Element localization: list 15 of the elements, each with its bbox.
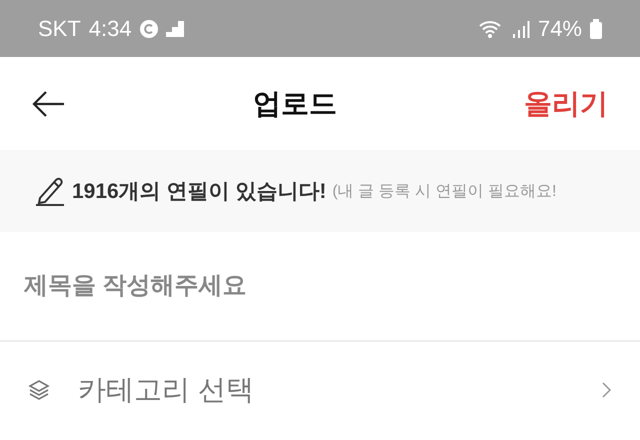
pencil-icon — [34, 176, 66, 206]
c-badge-icon — [140, 20, 158, 38]
back-button[interactable] — [32, 90, 66, 118]
stairs-icon — [166, 20, 184, 36]
layers-icon — [28, 379, 50, 401]
carrier: SKT — [38, 16, 81, 42]
clock: 4:34 — [88, 16, 132, 42]
battery-percent: 74% — [538, 16, 582, 42]
pencil-count-message: 1916개의 연필이 있습니다! — [72, 179, 326, 205]
signal-icon — [512, 20, 530, 38]
battery-icon — [590, 18, 602, 38]
pencil-hint: (내 글 등록 시 연필이 필요해요! — [332, 182, 556, 202]
upload-button[interactable]: 올리기 — [524, 84, 608, 122]
page-title: 업로드 — [252, 86, 338, 120]
chevron-right-icon — [602, 382, 612, 398]
